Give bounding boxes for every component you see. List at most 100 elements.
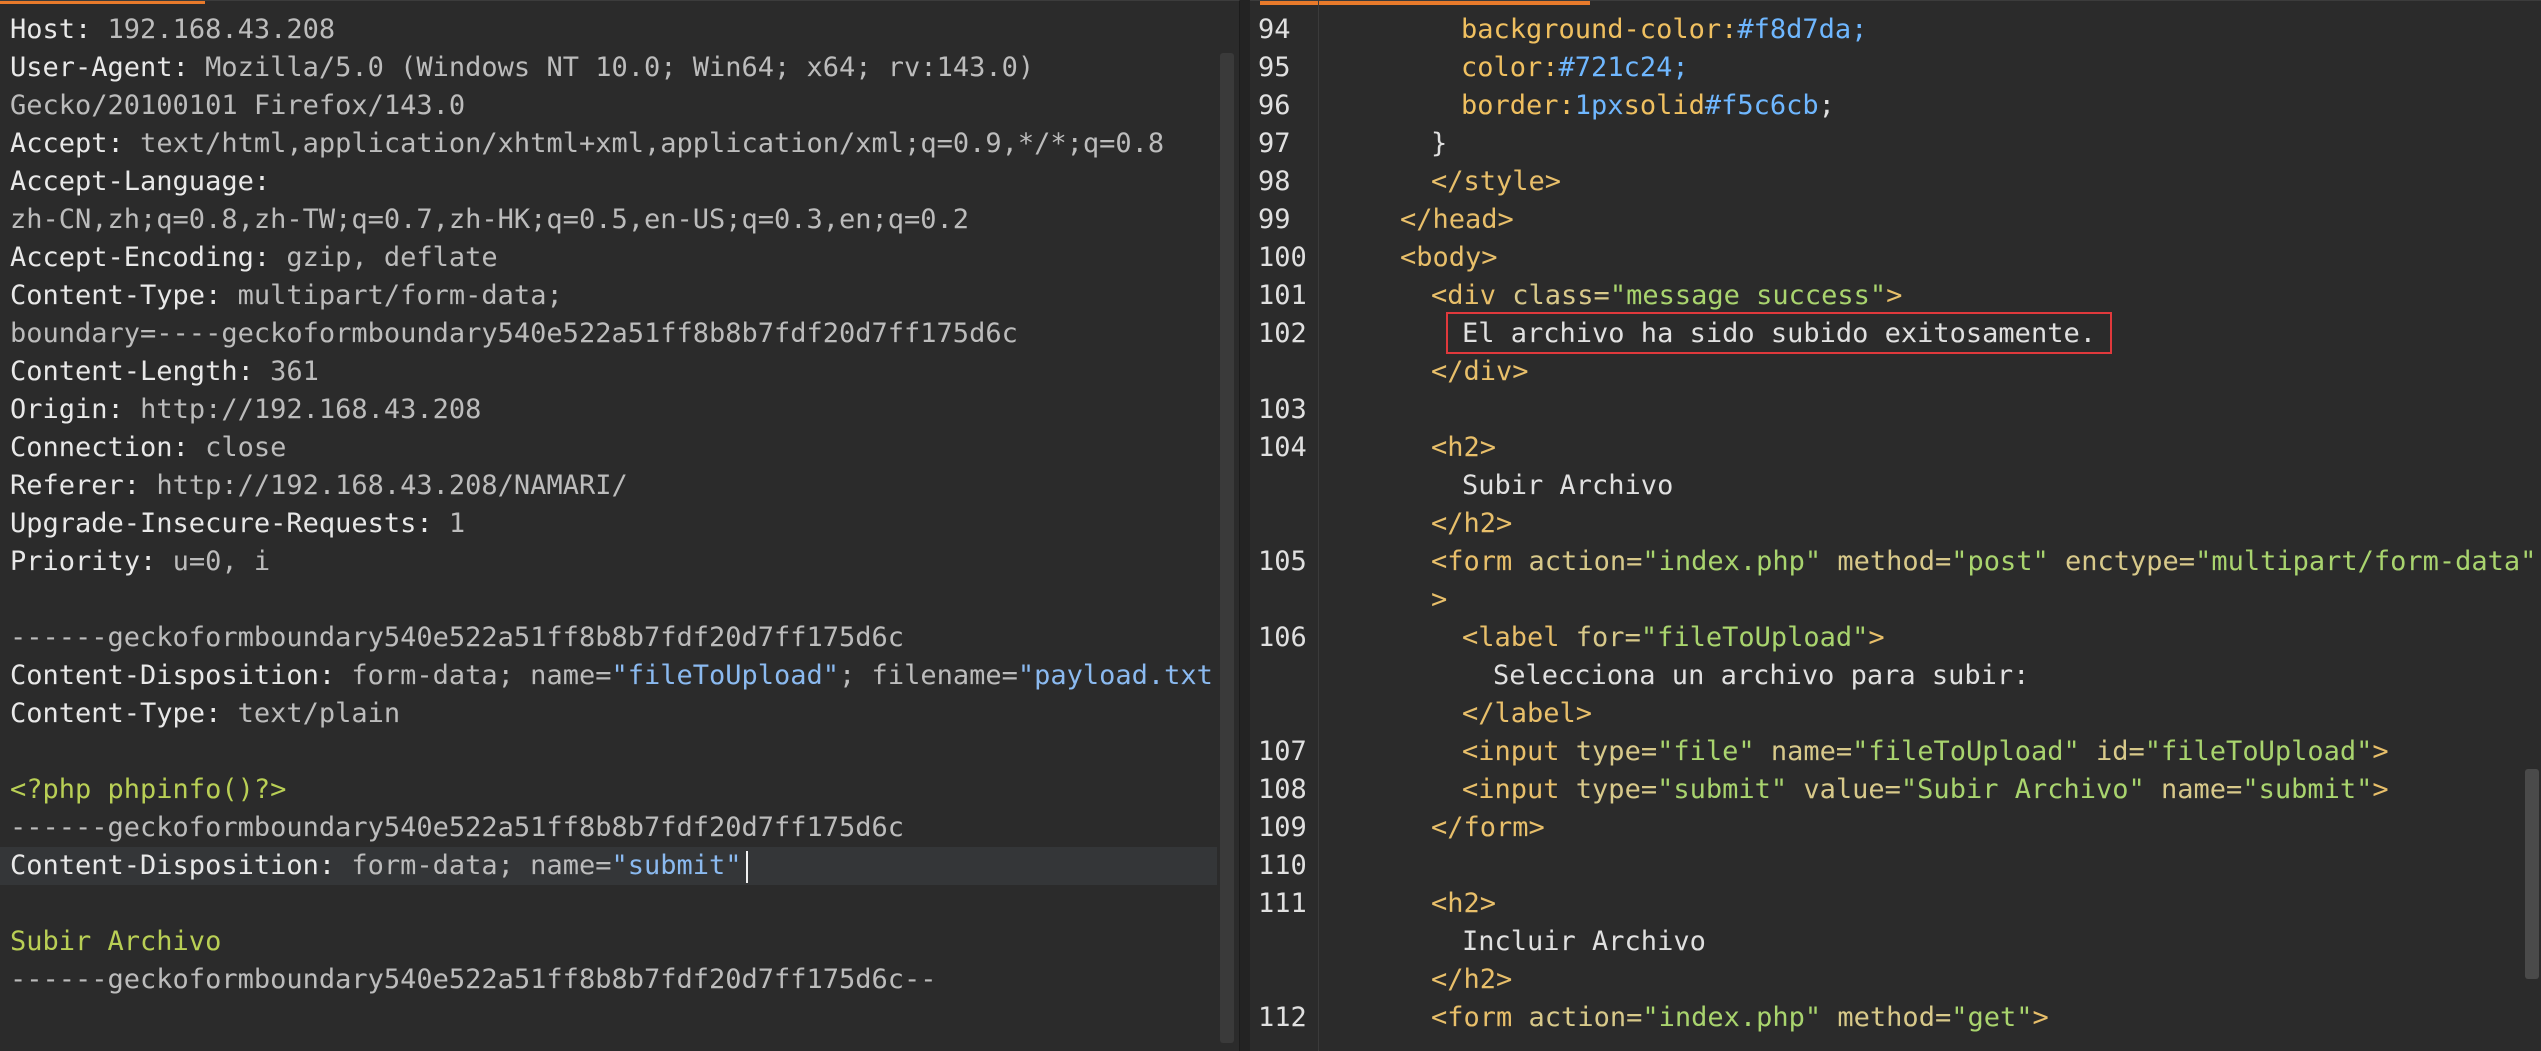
html-tag-close: > (1431, 584, 1448, 615)
css-value: #f5c6cb (1704, 90, 1819, 121)
css-property: color: (1461, 52, 1559, 83)
header-value: boundary=----geckoformboundary540e522a51… (10, 318, 1018, 349)
header-sep: : (237, 356, 271, 387)
response-code[interactable]: background-color:#f8d7da; color:#721c24;… (1338, 11, 2536, 1037)
text-cursor (745, 850, 748, 883)
header-value: multipart/form-data; (237, 280, 563, 311)
code-line-106-close: </label> (1338, 695, 2511, 733)
request-scrollbar[interactable] (1220, 53, 1234, 1043)
html-tag: <form (1431, 546, 1529, 577)
header-name: Origin (10, 394, 108, 425)
pane-divider[interactable] (1240, 0, 1250, 1051)
header-value: http://192.168.43.208/NAMARI/ (156, 470, 628, 501)
css-end: ; (1818, 90, 1835, 121)
header-value: text/html,application/xhtml+xml,applicat… (140, 128, 1165, 159)
line-number: 95 (1258, 52, 1291, 83)
header-line-connection: Connection: close (10, 429, 1215, 467)
code-line-104: <h2> (1338, 429, 2511, 467)
header-sep: : (140, 546, 173, 577)
disposition-line: Content-Disposition: form-data; name="fi… (10, 657, 1215, 695)
boundary-line: ------geckoformboundary540e522a51ff8b8b7… (10, 619, 1215, 657)
line-number: 103 (1258, 394, 1307, 425)
code-line-96: border:1pxsolid#f5c6cb; (1338, 87, 2511, 125)
header-name: Connection (10, 432, 173, 463)
header-sep: : (123, 470, 157, 501)
success-message-highlight: El archivo ha sido subido exitosamente. (1446, 312, 2112, 354)
php-payload-line: <?php phpinfo()?> (10, 771, 1215, 809)
header-name: Priority (10, 546, 141, 577)
current-line[interactable]: Content-Disposition: form-data; name="su… (0, 847, 1217, 885)
header-line-origin: Origin: http://192.168.43.208 (10, 391, 1215, 429)
header-value: http://192.168.43.208 (140, 394, 482, 425)
html-attr: for= (1575, 622, 1641, 653)
line-number: 102 (1258, 318, 1307, 349)
editor-window: Host: 192.168.43.208 User-Agent: Mozilla… (0, 0, 2541, 1051)
line-number: 107 (1258, 736, 1307, 767)
header-line-upgrade: Upgrade-Insecure-Requests: 1 (10, 505, 1215, 543)
html-attr-value: "submit" (1657, 774, 1788, 805)
line-number: 110 (1258, 850, 1307, 881)
header-sep: : (172, 52, 206, 83)
html-attr-value: "multipart/form-data" (2195, 546, 2537, 577)
html-attr-value: "Subir Archivo" (1900, 774, 2145, 805)
header-name: Accept-Language (10, 166, 254, 197)
html-tag: </div> (1431, 356, 1529, 387)
response-pane[interactable]: 94 95 96 97 98 99 100 101 102 103 104 10… (1250, 0, 2541, 1051)
html-tag: <label (1462, 622, 1576, 653)
html-attr: action= (1528, 1002, 1643, 1033)
css-property: background-color: (1461, 14, 1738, 45)
html-attr: method= (1821, 1002, 1952, 1033)
header-value: text/plain (237, 698, 401, 729)
header-line-accept-language: Accept-Language: (10, 163, 1215, 201)
header-name: Accept-Encoding (10, 242, 254, 273)
html-attr: method= (1821, 546, 1952, 577)
code-line-107: <input type="file" name="fileToUpload" i… (1338, 733, 2511, 771)
line-number: 108 (1258, 774, 1307, 805)
code-line-105: <form action="index.php" method="post" e… (1338, 543, 2536, 581)
boundary-line: ------geckoformboundary540e522a51ff8b8b7… (10, 809, 1215, 847)
html-text: Selecciona un archivo para subir: (1493, 660, 2030, 691)
header-name: Content-Type (10, 698, 206, 729)
header-line-accept: Accept: text/html,application/xhtml+xml,… (10, 125, 1215, 163)
header-sep: : (416, 508, 449, 539)
header-value: 192.168.43.208 (107, 14, 336, 45)
line-number: 106 (1258, 622, 1307, 653)
html-tag: <body> (1400, 242, 1498, 273)
header-line-priority: Priority: u=0, i (10, 543, 1215, 581)
header-value: Gecko/20100101 Firefox/143.0 (10, 90, 466, 121)
submit-value-line: Subir Archivo (10, 923, 1215, 961)
html-tag-close: > (2032, 1002, 2049, 1033)
disposition-pre: form-data; name= (351, 850, 612, 881)
header-name: Content-Length (10, 356, 238, 387)
request-tab-indicator (0, 1, 205, 4)
code-line-112: <form action="index.php" method="get"> (1338, 999, 2511, 1037)
header-name: User-Agent (10, 52, 173, 83)
css-brace: } (1431, 128, 1448, 159)
html-attr: enctype= (2048, 546, 2196, 577)
html-attr: name= (1754, 736, 1853, 767)
part-content-type-line: Content-Type: text/plain (10, 695, 1215, 733)
header-name: Accept (10, 128, 108, 159)
code-line-105-wrap: > (1338, 581, 2511, 619)
code-line-99: </head> (1338, 201, 2511, 239)
code-line-97: } (1338, 125, 2511, 163)
request-pane[interactable]: Host: 192.168.43.208 User-Agent: Mozilla… (0, 0, 1240, 1051)
html-attr-value: "file" (1657, 736, 1755, 767)
line-number: 100 (1258, 242, 1307, 273)
code-line-95: color:#721c24; (1338, 49, 2511, 87)
html-attr-value: "post" (1951, 546, 2049, 577)
css-property: border: (1461, 90, 1575, 121)
html-tag-close: > (2372, 774, 2389, 805)
line-number: 97 (1258, 128, 1291, 159)
line-number-gutter: 94 95 96 97 98 99 100 101 102 103 104 10… (1250, 1, 1319, 1051)
line-number: 111 (1258, 888, 1307, 919)
request-editor[interactable]: Host: 192.168.43.208 User-Agent: Mozilla… (0, 11, 1217, 999)
boundary-text: ------geckoformboundary540e522a51ff8b8b7… (10, 622, 905, 653)
html-tag: </label> (1462, 698, 1593, 729)
php-payload: <?php phpinfo()?> (10, 774, 287, 805)
html-tag: <form (1431, 1002, 1529, 1033)
response-scrollbar-thumb[interactable] (2525, 769, 2539, 979)
html-attr: class= (1512, 280, 1610, 311)
html-tag-close: > (1868, 622, 1885, 653)
